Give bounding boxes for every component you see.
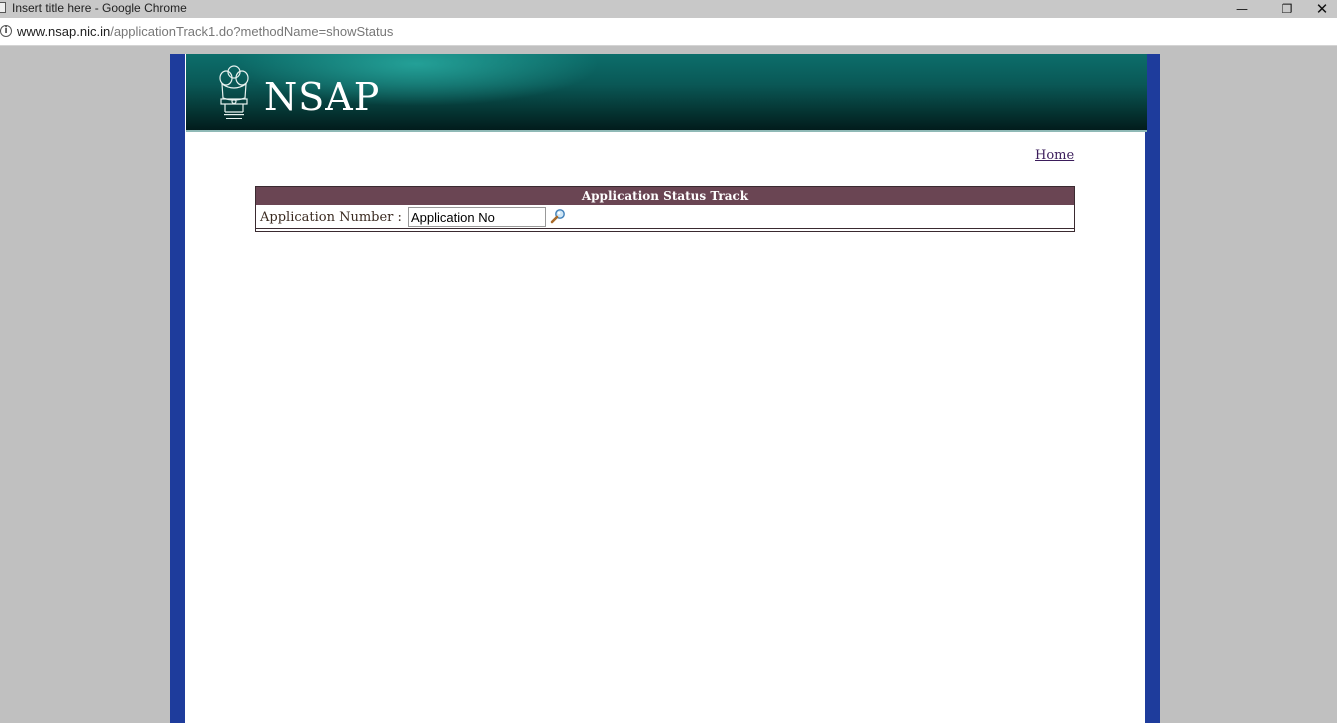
search-icon[interactable] [550,208,566,224]
header-banner: NSAP [186,54,1147,132]
minimize-button[interactable]: — [1222,0,1262,18]
window-title: Insert title here - Google Chrome [12,1,187,15]
page-viewport: NSAP Home Application Status Track Appli… [0,47,1337,723]
page-content: NSAP Home Application Status Track Appli… [185,54,1147,723]
panel-header: Application Status Track [256,187,1074,205]
home-link[interactable]: Home [1035,148,1074,163]
url-host: www.nsap.nic.in [17,24,111,39]
panel-bottom-rule [256,231,1074,232]
application-number-row: Application Number : [256,205,1074,229]
national-emblem-icon [219,65,249,119]
site-info-icon[interactable]: i [0,25,12,37]
page-icon [0,2,6,13]
url-path: /applicationTrack1.do?methodName=showSta… [110,24,394,39]
application-status-track-panel: Application Status Track Application Num… [255,186,1075,232]
site-logo-text: NSAP [264,75,381,119]
url-text[interactable]: www.nsap.nic.in/applicationTrack1.do?met… [17,24,393,39]
application-number-label: Application Number : [260,210,402,225]
restore-button[interactable]: ❐ [1267,0,1307,18]
application-number-input[interactable] [408,207,546,227]
close-button[interactable]: ✕ [1307,0,1337,18]
page-frame: NSAP Home Application Status Track Appli… [170,54,1160,723]
browser-titlebar: Insert title here - Google Chrome — ❐ ✕ [0,0,1337,18]
address-bar[interactable]: i www.nsap.nic.in/applicationTrack1.do?m… [0,18,1337,46]
